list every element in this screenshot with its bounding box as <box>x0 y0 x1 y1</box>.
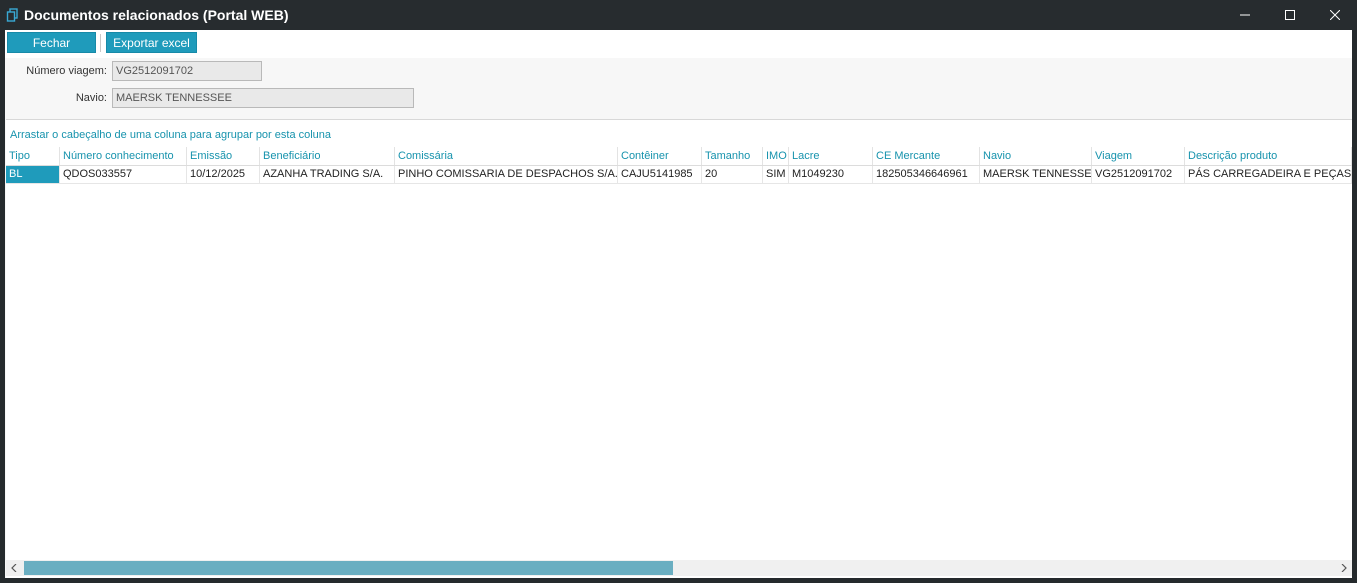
cell-navio[interactable]: MAERSK TENNESSEE <box>980 166 1092 183</box>
table-row[interactable]: BL QDOS033557 10/12/2025 AZANHA TRADING … <box>6 166 1352 184</box>
column-header-navio[interactable]: Navio <box>980 147 1092 165</box>
column-header-ce-mercante[interactable]: CE Mercante <box>873 147 980 165</box>
scrollbar-thumb[interactable] <box>24 561 673 575</box>
column-header-conteiner[interactable]: Contêiner <box>618 147 702 165</box>
fechar-button[interactable]: Fechar <box>7 32 96 53</box>
cell-lacre[interactable]: M1049230 <box>789 166 873 183</box>
chevron-left-icon <box>11 564 17 572</box>
horizontal-scrollbar[interactable] <box>6 560 1352 576</box>
scroll-right-button[interactable] <box>1336 560 1352 576</box>
column-header-beneficiario[interactable]: Beneficiário <box>260 147 395 165</box>
column-header-imo[interactable]: IMO <box>763 147 789 165</box>
grid-header: Tipo Número conhecimento Emissão Benefic… <box>6 147 1352 166</box>
documents-grid: Arrastar o cabeçalho de uma coluna para … <box>6 119 1352 578</box>
cell-imo[interactable]: SIM <box>763 166 789 183</box>
app-document-icon <box>6 8 19 25</box>
maximize-icon <box>1285 10 1295 20</box>
column-header-tamanho[interactable]: Tamanho <box>702 147 763 165</box>
dialog-content: Fechar Exportar excel Número viagem: VG2… <box>5 30 1352 578</box>
column-header-descricao-produto[interactable]: Descrição produto <box>1185 147 1352 165</box>
maximize-button[interactable] <box>1267 0 1313 30</box>
chevron-right-icon <box>1341 564 1347 572</box>
column-header-numero-conhecimento[interactable]: Número conhecimento <box>60 147 187 165</box>
title-bar: Documentos relacionados (Portal WEB) <box>0 0 1357 30</box>
numero-viagem-field[interactable]: VG2512091702 <box>112 61 262 81</box>
group-by-hint: Arrastar o cabeçalho de uma coluna para … <box>10 129 332 141</box>
close-icon <box>1330 10 1340 20</box>
numero-viagem-label: Número viagem: <box>26 65 107 77</box>
column-header-viagem[interactable]: Viagem <box>1092 147 1185 165</box>
cell-beneficiario[interactable]: AZANHA TRADING S/A. <box>260 166 395 183</box>
cell-numero-conhecimento[interactable]: QDOS033557 <box>60 166 187 183</box>
exportar-excel-button[interactable]: Exportar excel <box>106 32 197 53</box>
minimize-icon <box>1240 14 1250 16</box>
close-button[interactable] <box>1312 0 1357 30</box>
toolbar: Fechar Exportar excel <box>5 30 1352 58</box>
toolbar-separator <box>100 34 101 52</box>
cell-emissao[interactable]: 10/12/2025 <box>187 166 260 183</box>
column-header-emissao[interactable]: Emissão <box>187 147 260 165</box>
column-header-tipo[interactable]: Tipo <box>6 147 60 165</box>
cell-conteiner[interactable]: CAJU5141985 <box>618 166 702 183</box>
column-header-lacre[interactable]: Lacre <box>789 147 873 165</box>
navio-field[interactable]: MAERSK TENNESSEE <box>112 88 414 108</box>
cell-tipo[interactable]: BL <box>6 166 60 183</box>
column-header-comissaria[interactable]: Comissária <box>395 147 618 165</box>
minimize-button[interactable] <box>1222 0 1268 30</box>
cell-viagem[interactable]: VG2512091702 <box>1092 166 1185 183</box>
navio-label: Navio: <box>75 92 107 104</box>
cell-ce-mercante[interactable]: 182505346646961 <box>873 166 980 183</box>
scroll-left-button[interactable] <box>6 560 22 576</box>
cell-descricao-produto[interactable]: PÁS CARREGADEIRA E PEÇAS <box>1185 166 1352 183</box>
cell-comissaria[interactable]: PINHO COMISSARIA DE DESPACHOS S/A. <box>395 166 618 183</box>
window-title: Documentos relacionados (Portal WEB) <box>24 7 289 23</box>
cell-tamanho[interactable]: 20 <box>702 166 763 183</box>
